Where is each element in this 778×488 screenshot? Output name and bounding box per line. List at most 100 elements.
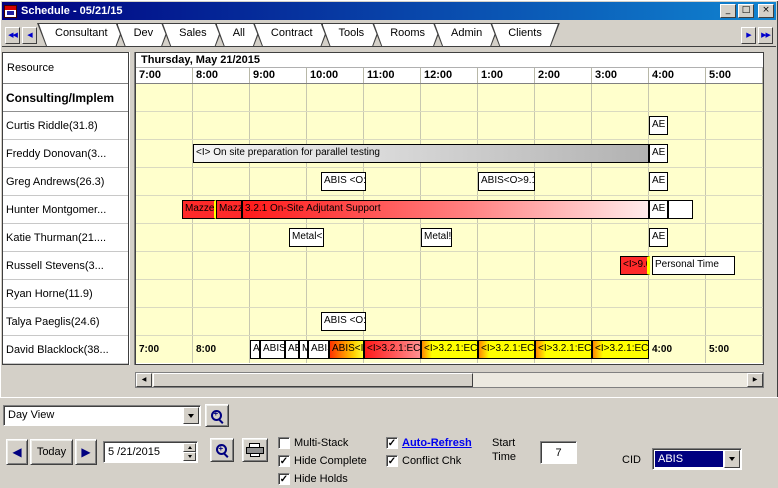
event[interactable]: A xyxy=(250,340,260,359)
grid-row: ABIS <O: ABIS<O>9.11 AE xyxy=(136,168,763,196)
event[interactable]: <I>3.2.1:ECF xyxy=(421,340,478,359)
event[interactable] xyxy=(668,200,693,219)
event[interactable]: M xyxy=(299,340,308,359)
resource-row[interactable]: Hunter Montgomer... xyxy=(3,196,128,224)
zoom-date-button[interactable]: + xyxy=(210,438,234,462)
event[interactable]: ABIS<O>9.11 xyxy=(478,172,535,191)
spin-up-button[interactable] xyxy=(183,443,196,452)
tab-strip: ConsultantDevSalesAllContractToolsRoomsA… xyxy=(42,20,555,46)
event[interactable]: AE xyxy=(649,200,668,219)
cid-select[interactable]: ABIS xyxy=(652,448,742,470)
event[interactable]: Personal Time xyxy=(652,256,735,275)
event[interactable]: <I>9.0 xyxy=(620,256,650,275)
today-button[interactable]: Today xyxy=(30,439,73,465)
event[interactable]: <I> On site preparation for parallel tes… xyxy=(193,144,649,163)
minimize-button[interactable]: _ xyxy=(720,4,736,18)
resource-row[interactable]: Talya Paeglis(24.6) xyxy=(3,308,128,336)
hour-label: 4:00 xyxy=(652,69,674,81)
event[interactable]: Metal< xyxy=(289,228,324,247)
checkbox-multi-stack[interactable]: Multi-Stack xyxy=(278,436,367,450)
horizontal-scrollbar[interactable]: ◀ ▶ xyxy=(135,372,764,388)
grid-row: MazzellMazze3.2.1 On-Site Adjutant Suppo… xyxy=(136,196,763,224)
resource-list: Curtis Riddle(31.8)Freddy Donovan(3...Gr… xyxy=(3,112,128,364)
checkbox-hide-holds[interactable]: ✓Hide Holds xyxy=(278,472,367,486)
start-time-label-line1: Start xyxy=(492,436,516,450)
event[interactable]: AE xyxy=(649,172,668,191)
event[interactable]: <I>3.2.1:ECF xyxy=(592,340,649,359)
resource-row[interactable]: Curtis Riddle(31.8) xyxy=(3,112,128,140)
tab-consultant[interactable]: Consultant xyxy=(37,23,126,46)
resource-row[interactable]: David Blacklock(38... xyxy=(3,336,128,364)
resource-row[interactable]: Russell Stevens(3... xyxy=(3,252,128,280)
grid-row xyxy=(136,280,763,308)
resource-row[interactable]: Katie Thurman(21.... xyxy=(3,224,128,252)
checkmark-icon: ✓ xyxy=(278,473,290,485)
checkmark-icon: ✓ xyxy=(386,437,398,449)
hour-label: 7:00 xyxy=(139,344,159,355)
event[interactable]: <I>3.2.1:ECF xyxy=(478,340,535,359)
grid-body: AE<I> On site preparation for parallel t… xyxy=(136,84,763,363)
next-day-button[interactable]: ▶ xyxy=(75,439,97,465)
hour-label: 12:00 xyxy=(424,69,452,81)
view-mode-value: Day View xyxy=(8,409,54,421)
view-mode-dropdown-button[interactable] xyxy=(183,407,199,424)
hour-label: 10:00 xyxy=(310,69,338,81)
resource-row[interactable]: Ryan Horne(11.9) xyxy=(3,280,128,308)
tab-scroll-prev-button[interactable]: ◀ xyxy=(22,27,37,44)
tab-scroll-next-button[interactable]: ▶ xyxy=(741,27,756,44)
tab-scroll-last-button[interactable]: ▶▶ xyxy=(758,27,773,44)
cid-dropdown-button[interactable] xyxy=(724,450,740,468)
checkbox-hide-complete[interactable]: ✓ Hide Complete xyxy=(278,454,367,468)
event[interactable]: ABIS<I xyxy=(329,340,364,359)
event[interactable]: Mazze xyxy=(216,200,242,219)
hour-label: 9:00 xyxy=(253,69,275,81)
hour-label: 3:00 xyxy=(595,69,617,81)
close-button[interactable]: × xyxy=(758,4,774,18)
hour-ruler: 7:008:009:0010:0011:0012:001:002:003:004… xyxy=(136,68,763,84)
event[interactable]: 3.2.1 On-Site Adjutant Support xyxy=(242,200,649,219)
checkbox-label[interactable]: Auto-Refresh xyxy=(402,437,472,449)
tab-contract[interactable]: Contract xyxy=(253,23,331,46)
hour-label: 8:00 xyxy=(196,69,218,81)
event[interactable]: ABIS <O: xyxy=(321,312,366,331)
zoom-view-button[interactable]: + xyxy=(205,404,229,427)
checkbox-auto-refresh[interactable]: ✓ Auto-Refresh xyxy=(386,436,472,450)
checkmark-icon: ✓ xyxy=(278,455,290,467)
event[interactable]: Mazzell xyxy=(182,200,216,219)
scroll-left-button[interactable]: ◀ xyxy=(136,373,152,387)
tab-scroll-first-button[interactable]: ◀◀ xyxy=(5,27,20,44)
start-time-input[interactable] xyxy=(540,441,577,464)
grid-row: 7:008:009:0010:0011:0012:001:002:003:004… xyxy=(136,336,763,364)
spin-down-button[interactable] xyxy=(183,452,196,461)
event[interactable]: Metal! xyxy=(421,228,452,247)
grid-row: <I> On site preparation for parallel tes… xyxy=(136,140,763,168)
date-picker[interactable]: 5 /21/2015 xyxy=(103,441,198,463)
view-mode-select[interactable]: Day View xyxy=(3,405,201,426)
resource-group-header[interactable]: Consulting/Implem xyxy=(3,84,128,112)
grid-row: <I>9.0Personal Time xyxy=(136,252,763,280)
event[interactable]: AE xyxy=(649,116,668,135)
tab-clients[interactable]: Clients xyxy=(490,23,560,46)
scroll-right-button[interactable]: ▶ xyxy=(747,373,763,387)
event[interactable]: ABIS xyxy=(260,340,285,359)
tab-bar: ◀◀ ◀ ConsultantDevSalesAllContractToolsR… xyxy=(2,20,776,47)
previous-day-button[interactable]: ◀ xyxy=(6,439,28,465)
event[interactable]: AE xyxy=(285,340,299,359)
event[interactable]: <I>3.2.1:ECF xyxy=(364,340,421,359)
maximize-button[interactable]: □ xyxy=(738,4,754,18)
scrollbar-thumb[interactable] xyxy=(153,373,473,387)
event[interactable]: ABIS xyxy=(308,340,329,359)
printer-icon xyxy=(246,443,264,458)
checkbox-conflict-chk[interactable]: ✓Conflict Chk xyxy=(386,454,472,468)
event[interactable]: AE xyxy=(649,228,668,247)
check-group-2: ✓ Auto-Refresh ✓Conflict Chk xyxy=(386,436,472,468)
resource-row[interactable]: Greg Andrews(26.3) xyxy=(3,168,128,196)
event[interactable]: AE xyxy=(649,144,668,163)
event[interactable]: ABIS <O: xyxy=(321,172,366,191)
event[interactable]: <I>3.2.1:ECF xyxy=(535,340,592,359)
day-header: Thursday, May 21/2015 xyxy=(136,53,763,68)
checkbox-label: Hide Complete xyxy=(294,455,367,467)
print-button[interactable] xyxy=(242,438,268,462)
resource-row[interactable]: Freddy Donovan(3... xyxy=(3,140,128,168)
tab-label: Consultant xyxy=(37,23,126,39)
